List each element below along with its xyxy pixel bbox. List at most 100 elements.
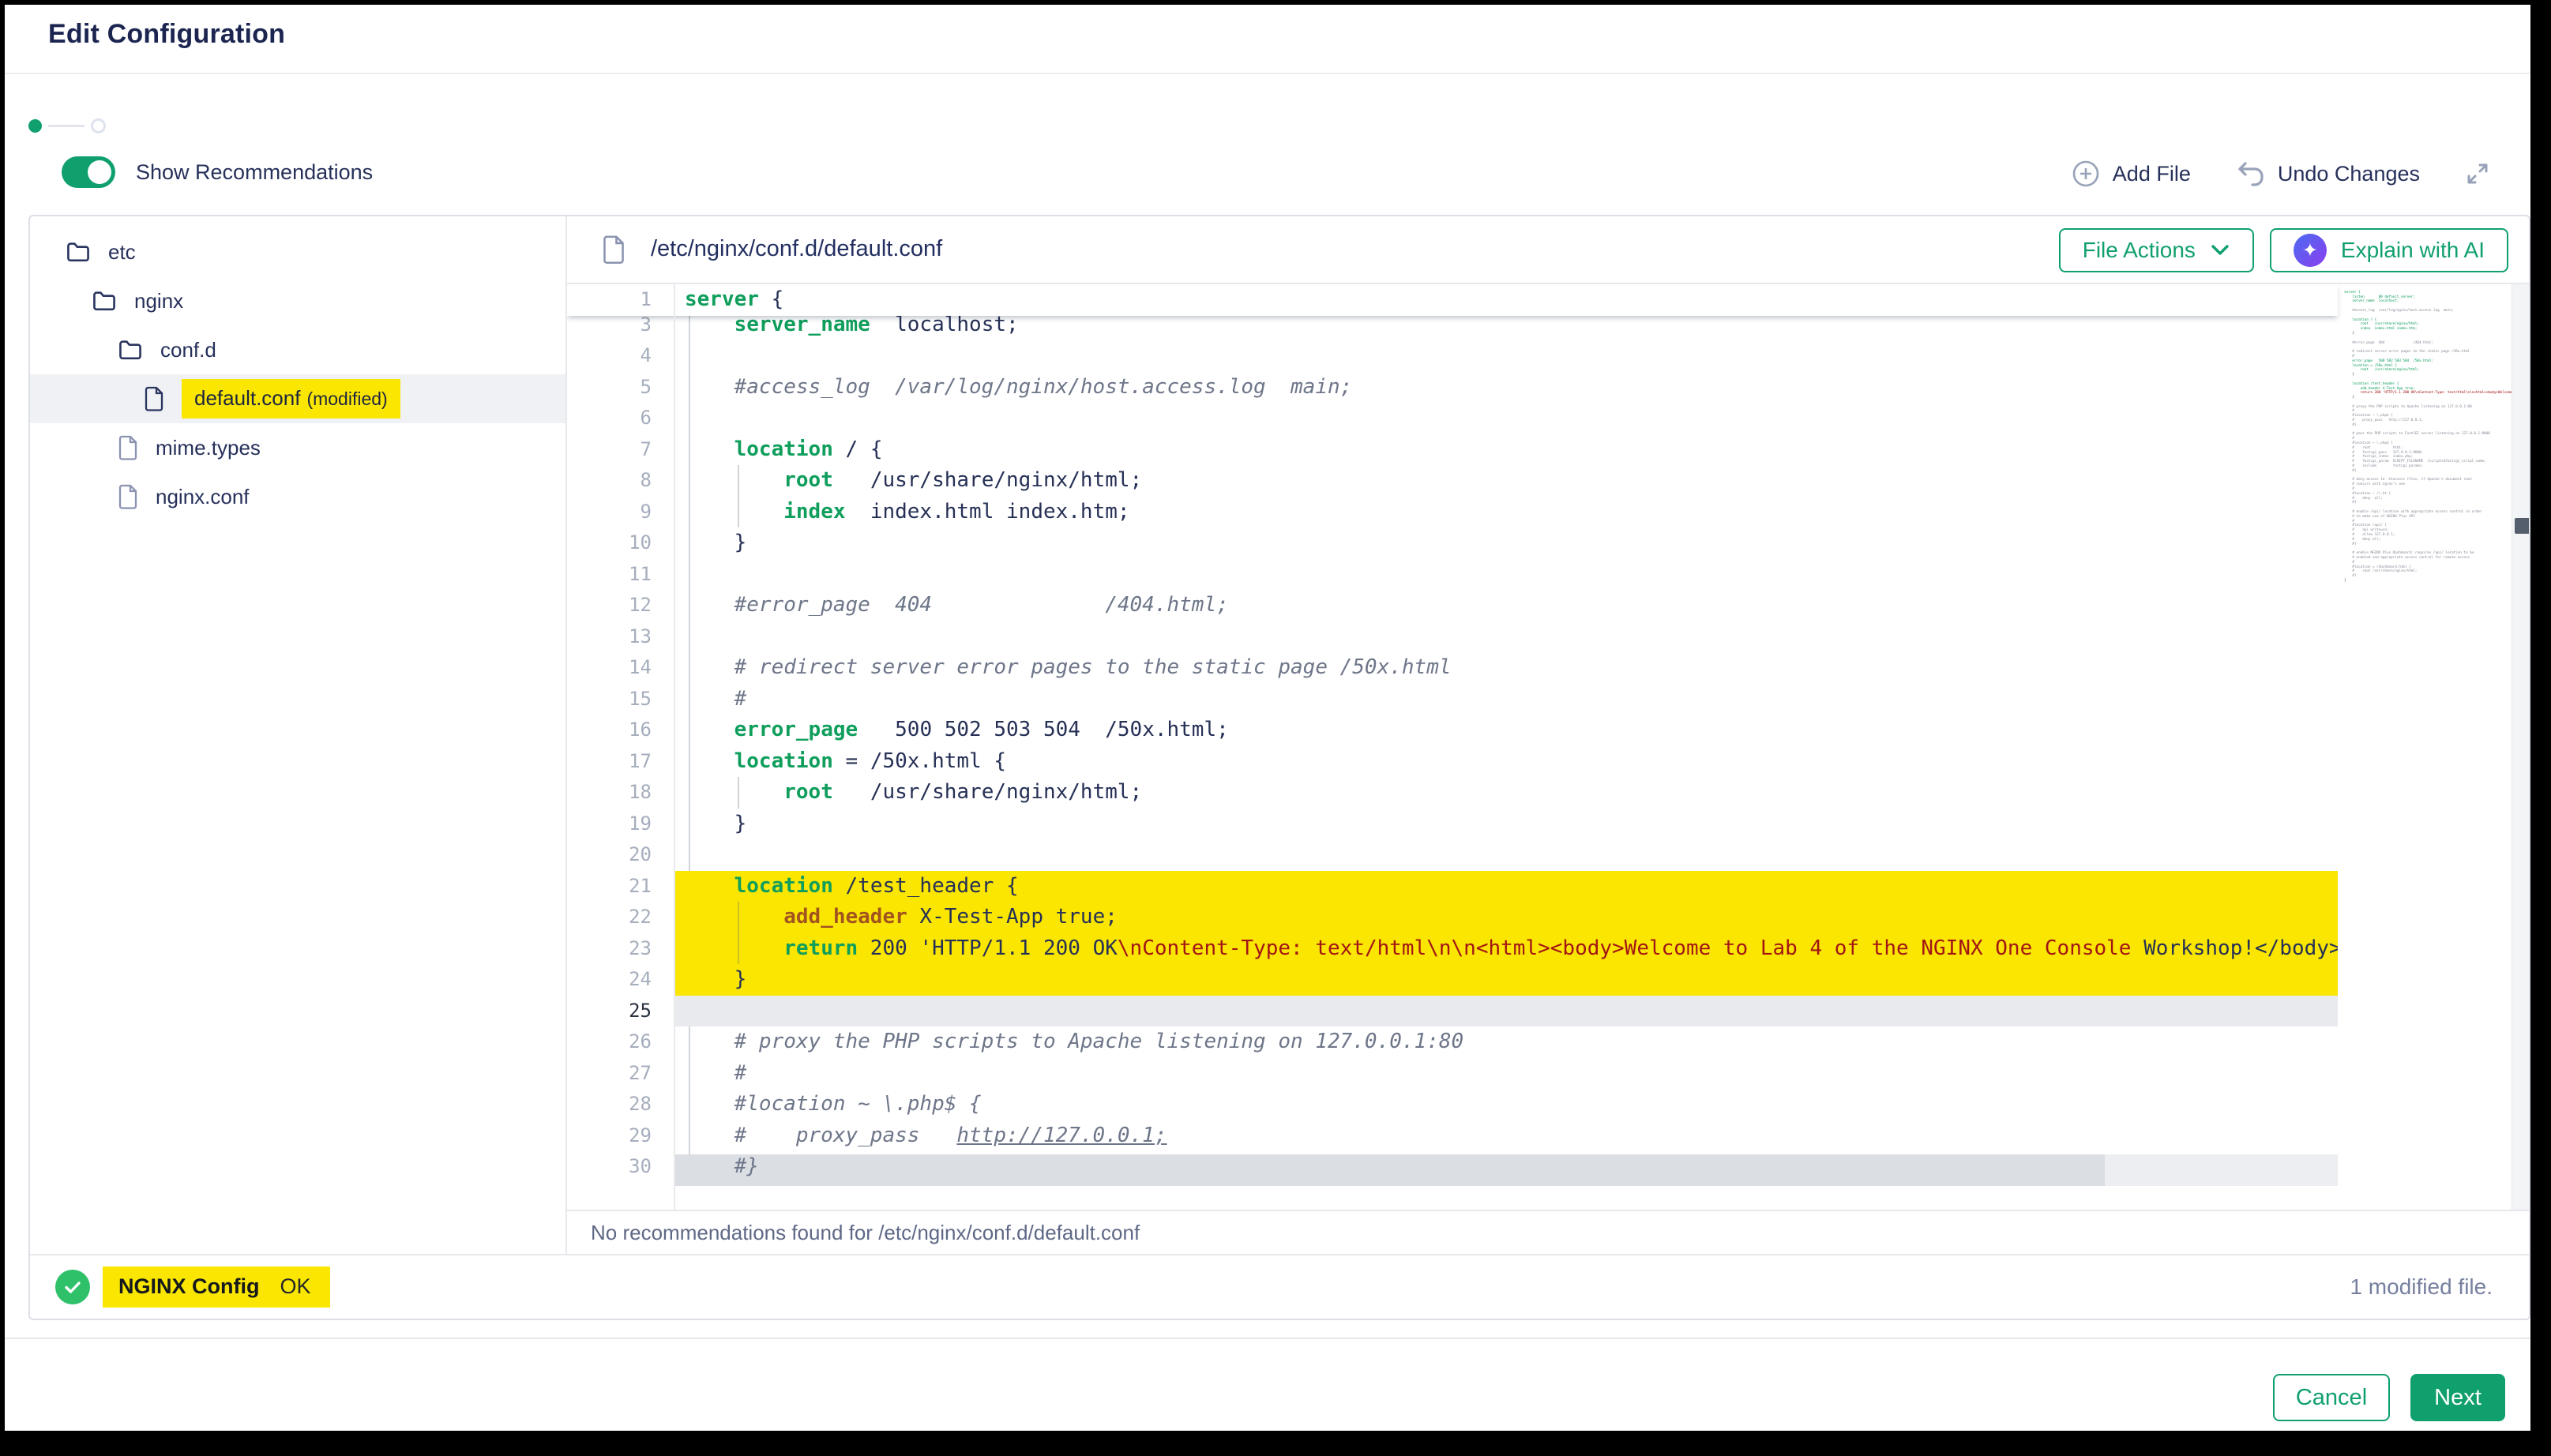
code-line[interactable]: 25 <box>567 996 2338 1027</box>
line-number: 13 <box>567 621 674 653</box>
code-line[interactable]: 22 add_header X-Test-App true; <box>567 902 2338 933</box>
code-text: # <box>674 1058 2338 1090</box>
line-number: 25 <box>567 996 674 1027</box>
code-line[interactable]: 4 <box>567 340 2338 372</box>
code-line[interactable]: 23 return 200 'HTTP/1.1 200 OK\nContent-… <box>567 933 2338 965</box>
folder-icon <box>92 289 117 313</box>
file-icon <box>602 235 626 265</box>
code-line[interactable]: 30 #} <box>567 1151 2338 1183</box>
code-text: server { <box>674 284 2338 316</box>
editor-header: /etc/nginx/conf.d/default.conf File Acti… <box>567 216 2529 284</box>
line-number: 1 <box>567 284 674 316</box>
code-text <box>674 559 2338 591</box>
indent-guide <box>738 777 739 809</box>
code-line[interactable]: 26 # proxy the PHP scripts to Apache lis… <box>567 1026 2338 1058</box>
code-line[interactable]: 20 <box>567 839 2338 871</box>
tree-item-mime.types[interactable]: mime.types <box>30 423 565 472</box>
file-icon <box>118 435 138 460</box>
vertical-scrollbar-thumb[interactable] <box>2515 518 2529 534</box>
code-line[interactable]: 19 } <box>567 809 2338 840</box>
code-text: #} <box>674 1151 2338 1183</box>
code-line[interactable]: 15 # <box>567 684 2338 715</box>
line-number: 26 <box>567 1026 674 1058</box>
file-name: default.conf <box>194 386 300 410</box>
expand-icon <box>2464 160 2491 187</box>
code-line[interactable]: 16 error_page 500 502 503 504 /50x.html; <box>567 715 2338 746</box>
code-editor[interactable]: 3 server_name localhost;45 #access_log /… <box>567 284 2529 1210</box>
code-line[interactable]: 5 #access_log /var/log/nginx/host.access… <box>567 372 2338 403</box>
tree-item-label: etc <box>108 240 136 265</box>
gutter-divider <box>674 284 675 1210</box>
code-line[interactable]: 7 location / { <box>567 434 2338 466</box>
file-icon <box>118 484 138 509</box>
code-line[interactable]: 8 root /usr/share/nginx/html; <box>567 465 2338 497</box>
code-line[interactable]: 18 root /usr/share/nginx/html; <box>567 777 2338 809</box>
vertical-scrollbar[interactable] <box>2512 284 2529 1210</box>
indent-guide <box>738 465 739 527</box>
explain-ai-label: Explain with AI <box>2341 238 2485 263</box>
modified-files-text: 1 modified file. <box>2350 1274 2493 1300</box>
code-text: # redirect server error pages to the sta… <box>674 652 2338 684</box>
edit-configuration-dialog: Edit Configuration Show Recommendations … <box>5 5 2546 1435</box>
code-line[interactable]: 10 } <box>567 527 2338 559</box>
undo-changes-button[interactable]: Undo Changes <box>2235 159 2420 188</box>
code-line[interactable]: 14 # redirect server error pages to the … <box>567 652 2338 684</box>
code-line[interactable]: 27 # <box>567 1058 2338 1090</box>
line-number: 27 <box>567 1058 674 1090</box>
line-number: 4 <box>567 340 674 372</box>
tree-item-etc[interactable]: etc <box>30 227 565 276</box>
screenshot-border <box>2530 0 2551 1456</box>
code-line[interactable]: 11 <box>567 559 2338 591</box>
add-file-label: Add File <box>2113 162 2191 186</box>
line-number: 14 <box>567 652 674 684</box>
indent-guide <box>738 902 739 964</box>
code-line[interactable]: 28 #location ~ \.php$ { <box>567 1089 2338 1120</box>
code-line[interactable]: 24 } <box>567 964 2338 996</box>
no-recommendations-text: No recommendations found for /etc/nginx/… <box>591 1221 1140 1245</box>
code-text: return 200 'HTTP/1.1 200 OK\nContent-Typ… <box>674 933 2338 965</box>
code-text: index index.html index.htm; <box>674 497 2338 528</box>
code-line[interactable]: 12 #error_page 404 /404.html; <box>567 590 2338 621</box>
editor: /etc/nginx/conf.d/default.conf File Acti… <box>567 216 2529 1254</box>
line-number: 16 <box>567 715 674 746</box>
code-text: location / { <box>674 434 2338 466</box>
tree-item-default.conf[interactable]: default.conf(modified) <box>30 374 565 423</box>
code-text: # <box>674 684 2338 715</box>
expand-button[interactable] <box>2464 160 2491 187</box>
code-line[interactable]: 9 index index.html index.htm; <box>567 497 2338 528</box>
line-number: 8 <box>567 465 674 497</box>
tree-item-conf.d[interactable]: conf.d <box>30 325 565 374</box>
bottom-actions: Cancel Next <box>2273 1374 2505 1421</box>
tree-item-nginx.conf[interactable]: nginx.conf <box>30 472 565 521</box>
main-panel: etc nginx conf.ddefault.conf(modified)mime… <box>28 215 2530 1320</box>
cancel-button[interactable]: Cancel <box>2273 1374 2390 1421</box>
code-text: location /test_header { <box>674 871 2338 902</box>
code-line[interactable]: 17 location = /50x.html { <box>567 746 2338 778</box>
code-line[interactable]: 29 # proxy_pass http://127.0.0.1; <box>567 1120 2338 1152</box>
next-button[interactable]: Next <box>2410 1374 2505 1421</box>
stepper-step-1-current <box>28 119 42 133</box>
code-line[interactable]: 13 <box>567 621 2338 653</box>
line-number: 18 <box>567 777 674 809</box>
add-file-button[interactable]: Add File <box>2072 159 2191 188</box>
line-number: 11 <box>567 559 674 591</box>
code-text: location = /50x.html { <box>674 746 2338 778</box>
show-recommendations-toggle[interactable] <box>62 156 115 188</box>
minimap-line: # pass the PHP scripts to FastCGI server… <box>2344 432 2508 437</box>
code-text: root /usr/share/nginx/html; <box>674 777 2338 809</box>
folder-icon <box>66 240 91 264</box>
stepper-connector <box>48 125 85 127</box>
explain-ai-button[interactable]: ✦ Explain with AI <box>2270 228 2508 272</box>
file-actions-button[interactable]: File Actions <box>2059 228 2254 272</box>
code-text <box>674 996 2338 1027</box>
file-path: /etc/nginx/conf.d/default.conf <box>651 236 942 262</box>
minimap[interactable]: server { listen 80 default_server; serve… <box>2338 291 2508 584</box>
code-line[interactable]: 6 <box>567 403 2338 434</box>
chevron-down-icon <box>2210 243 2230 257</box>
tree-item-label: nginx <box>134 289 183 313</box>
footer-divider <box>5 1338 2546 1339</box>
tree-item-nginx[interactable]: nginx <box>30 276 565 325</box>
code-line[interactable]: 21 location /test_header { <box>567 871 2338 902</box>
minimap-line: } <box>2344 579 2508 584</box>
line-number: 30 <box>567 1151 674 1183</box>
